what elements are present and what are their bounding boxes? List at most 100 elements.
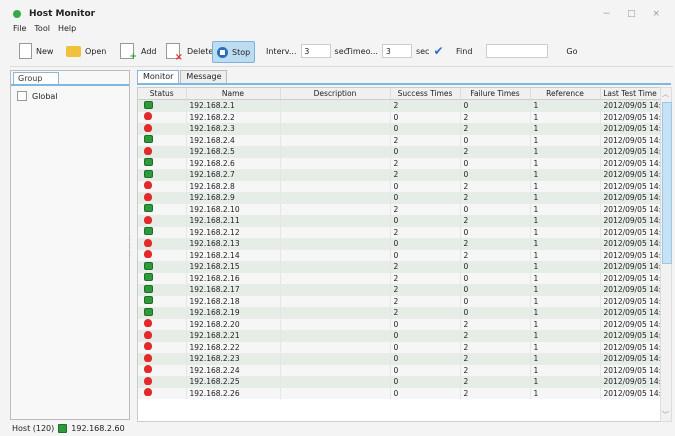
main-tabs: Monitor Message <box>137 70 228 83</box>
status-ok-icon <box>144 261 153 270</box>
col-description[interactable]: Description <box>280 88 391 100</box>
menu-file[interactable]: File <box>13 24 26 36</box>
col-failure-times[interactable]: Failure Times <box>460 88 531 100</box>
cell-failure-times: 0 <box>460 134 531 146</box>
status-fail-icon <box>144 376 152 385</box>
scroll-up-icon[interactable]: ︿ <box>662 89 669 99</box>
scrollbar-thumb[interactable] <box>662 102 672 264</box>
menu-help[interactable]: Help <box>58 24 76 36</box>
table-row[interactable]: 192.168.2.15 2012012/09/05 14:30:18 <box>138 261 660 273</box>
table-row[interactable]: 192.168.2.8 0212012/09/05 14:30:14 <box>138 180 660 192</box>
table-row[interactable]: 192.168.2.10 2012012/09/05 14:30:14 <box>138 203 660 215</box>
cell-success-times: 0 <box>390 249 461 261</box>
group-item-global[interactable]: Global <box>17 91 58 101</box>
col-last-test-time[interactable]: Last Test Time <box>600 88 660 100</box>
toolbar: New Open Add Delete Stop Interv... 3 sec… <box>0 41 675 63</box>
table-row[interactable]: 192.168.2.17 2012012/09/05 14:30:19 <box>138 284 660 296</box>
cell-status <box>138 387 187 399</box>
cell-name: 192.168.2.13 <box>186 238 281 250</box>
table-row[interactable]: 192.168.2.16 2012012/09/05 14:30:19 <box>138 272 660 284</box>
cell-reference: 1 <box>530 215 601 227</box>
cell-name: 192.168.2.3 <box>186 123 281 135</box>
table-row[interactable]: 192.168.2.14 0212012/09/05 14:30:18 <box>138 249 660 261</box>
status-fail-icon <box>144 330 152 339</box>
cell-reference: 1 <box>530 180 601 192</box>
add-button[interactable]: Add <box>120 41 157 62</box>
table-row[interactable]: 192.168.2.4 2012012/09/05 14:30:09 <box>138 134 660 146</box>
table-row[interactable]: 192.168.2.12 2012012/09/05 14:30:14 <box>138 226 660 238</box>
splitter-handle[interactable]: · · · · · · <box>129 234 131 260</box>
cell-success-times: 2 <box>390 284 461 296</box>
col-status[interactable]: Status <box>138 88 187 100</box>
col-name[interactable]: Name <box>186 88 281 100</box>
cell-reference: 1 <box>530 284 601 296</box>
table-row[interactable]: 192.168.2.24 0212012/09/05 14:30:24 <box>138 364 660 376</box>
table-row[interactable]: 192.168.2.22 0212012/09/05 14:30:24 <box>138 341 660 353</box>
tab-monitor[interactable]: Monitor <box>137 70 180 83</box>
new-button[interactable]: New <box>19 41 53 61</box>
cell-status <box>138 295 187 307</box>
cell-last-test-time: 2012/09/05 14:30:18 <box>600 249 660 261</box>
interval-input[interactable]: 3 <box>300 44 331 58</box>
stop-button[interactable]: Stop <box>212 41 256 63</box>
status-fail-icon <box>144 238 152 247</box>
cell-reference: 1 <box>530 307 601 319</box>
cell-failure-times: 2 <box>460 341 531 353</box>
table-row[interactable]: 192.168.2.9 0212012/09/05 14:30:14 <box>138 192 660 204</box>
cell-reference: 1 <box>530 192 601 204</box>
global-checkbox[interactable] <box>17 91 27 101</box>
cell-last-test-time: 2012/09/05 14:30:18 <box>600 261 660 273</box>
cell-success-times: 0 <box>390 330 461 342</box>
table-row[interactable]: 192.168.2.18 2012012/09/05 14:30:19 <box>138 295 660 307</box>
apply-check-icon[interactable]: ✔ <box>433 44 443 58</box>
table-row[interactable]: 192.168.2.13 0212012/09/05 14:30:18 <box>138 238 660 250</box>
cell-description <box>280 249 391 261</box>
tab-message[interactable]: Message <box>180 70 228 83</box>
col-reference[interactable]: Reference <box>530 88 601 100</box>
cell-failure-times: 2 <box>460 318 531 330</box>
tab-group[interactable]: Group <box>13 72 59 84</box>
cell-last-test-time: 2012/09/05 14:30:19 <box>600 295 660 307</box>
add-label: Add <box>141 46 157 56</box>
table-row[interactable]: 192.168.2.20 0212012/09/05 14:30:20 <box>138 318 660 330</box>
table-row[interactable]: 192.168.2.2 0212012/09/05 14:30:09 <box>138 111 660 123</box>
cell-name: 192.168.2.25 <box>186 376 281 388</box>
cell-success-times: 0 <box>390 364 461 376</box>
cell-reference: 1 <box>530 249 601 261</box>
table-row[interactable]: 192.168.2.5 0212012/09/05 14:30:13 <box>138 146 660 158</box>
timeout-input[interactable]: 3 <box>381 44 412 58</box>
cell-reference: 1 <box>530 226 601 238</box>
table-row[interactable]: 192.168.2.7 2012012/09/05 14:30:13 <box>138 169 660 181</box>
table-row[interactable]: 192.168.2.26 0212012/09/05 14:30:24 <box>138 387 660 399</box>
go-button[interactable]: Go <box>566 47 577 56</box>
scroll-down-icon[interactable]: ﹀ <box>662 410 669 420</box>
find-input[interactable] <box>486 44 549 58</box>
cell-description <box>280 341 391 353</box>
open-button[interactable]: Open <box>66 41 106 61</box>
cell-reference: 1 <box>530 169 601 181</box>
vertical-scrollbar[interactable]: ︿ ﹀ <box>660 87 672 422</box>
table-row[interactable]: 192.168.2.19 2012012/09/05 14:30:19 <box>138 307 660 319</box>
table-row[interactable]: 192.168.2.25 0212012/09/05 14:30:24 <box>138 376 660 388</box>
cell-description <box>280 192 391 204</box>
cell-status <box>138 146 187 158</box>
status-ok-icon <box>144 284 153 293</box>
cell-reference: 1 <box>530 111 601 123</box>
cell-status <box>138 318 187 330</box>
table-row[interactable]: 192.168.2.1 2012012/09/05 14:30:09 <box>138 99 660 112</box>
menu-tool[interactable]: Tool <box>34 24 50 36</box>
delete-button[interactable]: Delete <box>166 41 213 63</box>
status-fail-icon <box>144 112 152 121</box>
cell-name: 192.168.2.23 <box>186 353 281 365</box>
table-row[interactable]: 192.168.2.6 2012012/09/05 14:30:13 <box>138 157 660 169</box>
status-fail-icon <box>144 250 152 259</box>
table-row[interactable]: 192.168.2.23 0212012/09/05 14:30:24 <box>138 353 660 365</box>
table-row[interactable]: 192.168.2.3 0212012/09/05 14:30:09 <box>138 123 660 135</box>
cell-description <box>280 272 391 284</box>
table-row[interactable]: 192.168.2.11 0212012/09/05 14:30:14 <box>138 215 660 227</box>
col-success-times[interactable]: Success Times <box>390 88 461 100</box>
current-host: 192.168.2.60 <box>71 424 125 433</box>
window-controls[interactable]: − □ × <box>603 9 667 19</box>
table-row[interactable]: 192.168.2.21 0212012/09/05 14:30:24 <box>138 330 660 342</box>
group-label: Global <box>32 91 58 101</box>
